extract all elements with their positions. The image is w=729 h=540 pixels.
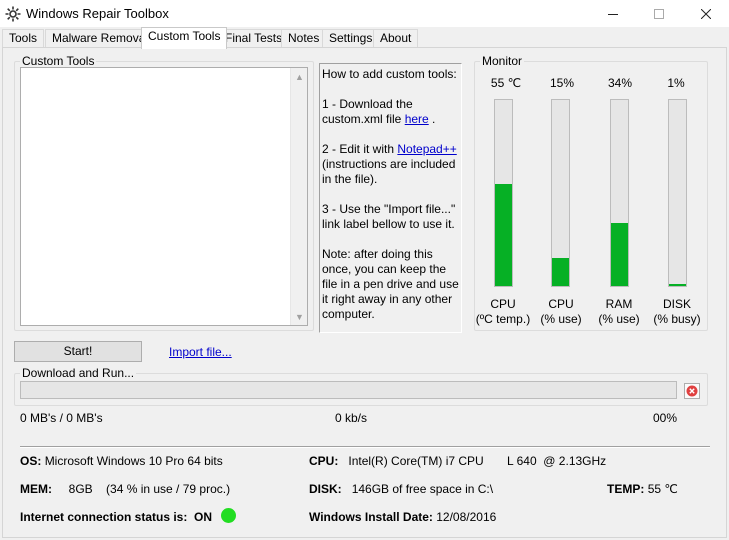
- mem-info: MEM: 8GB (34 % in use / 79 proc.): [20, 482, 231, 496]
- tab-final-tests[interactable]: Final Tests: [218, 29, 290, 48]
- cpu-temp-value: 55 ℃: [490, 76, 522, 90]
- minimize-button[interactable]: [590, 0, 636, 27]
- cancel-icon: [686, 385, 698, 397]
- connection-status-indicator: [221, 508, 236, 523]
- tab-about[interactable]: About: [373, 29, 419, 48]
- disk-info: DISK: 146GB of free space in C:\: [309, 482, 494, 496]
- cpu-use-bar-fill: [552, 258, 569, 286]
- disk-busy-bar-fill: [669, 284, 686, 286]
- cpu-use-bar: [551, 99, 570, 287]
- custom-tools-list[interactable]: ▲ ▼: [20, 67, 308, 326]
- instructions-step3: 3 - Use the "Import file..." link label …: [322, 202, 456, 231]
- download-here-link[interactable]: here: [405, 112, 429, 126]
- separator: [20, 446, 710, 448]
- instructions-step1: 1 - Download the custom.xml file here .: [322, 97, 436, 126]
- scroll-up-icon[interactable]: ▲: [291, 68, 308, 85]
- cpu-info: CPU: Intel(R) Core(TM) i7 CPU L 640 @ 2.…: [309, 454, 607, 468]
- list-scrollbar[interactable]: ▲ ▼: [290, 68, 307, 325]
- temp-info: TEMP: 55 ℃: [607, 482, 678, 496]
- disk-busy-bar: [668, 99, 687, 287]
- instructions-panel: How to add custom tools: 1 - Download th…: [319, 63, 462, 333]
- instructions-heading: How to add custom tools:: [322, 67, 457, 81]
- window-title: Windows Repair Toolbox: [26, 6, 169, 21]
- start-button[interactable]: Start!: [14, 341, 142, 362]
- tab-custom-tools[interactable]: Custom Tools: [141, 27, 228, 49]
- instructions-step2: 2 - Edit it with Notepad++ (instructions…: [322, 142, 457, 186]
- cpu-use-value: 15%: [549, 76, 575, 90]
- cpu-temp-bar: [494, 99, 513, 287]
- gear-icon: [5, 6, 21, 22]
- ram-use-value: 34%: [607, 76, 633, 90]
- monitor-legend: Monitor: [480, 54, 525, 68]
- close-icon: [701, 8, 711, 19]
- cancel-download-button[interactable]: [684, 383, 700, 399]
- download-percent: 00%: [653, 411, 678, 425]
- disk-busy-label: DISK (% busy): [653, 297, 701, 326]
- minimize-icon: [608, 13, 618, 15]
- cpu-temp-bar-fill: [495, 183, 512, 286]
- ram-use-bar: [610, 99, 629, 287]
- download-speed: 0 kb/s: [335, 411, 368, 425]
- import-file-link[interactable]: Import file...: [169, 345, 232, 359]
- tab-notes[interactable]: Notes: [281, 29, 327, 48]
- ram-use-bar-fill: [611, 222, 628, 286]
- close-button[interactable]: [683, 0, 729, 27]
- notepad-link[interactable]: Notepad++: [397, 142, 456, 156]
- download-run-legend: Download and Run...: [20, 366, 137, 380]
- instructions-note: Note: after doing this once, you can kee…: [322, 247, 459, 321]
- maximize-icon: [654, 8, 664, 19]
- title-bar: Windows Repair Toolbox: [0, 0, 729, 27]
- internet-status: Internet connection status is: ON: [20, 510, 213, 524]
- install-date-info: Windows Install Date: 12/08/2016: [309, 510, 497, 524]
- tab-strip: Tools Malware Removal Custom Tools Final…: [0, 27, 729, 49]
- maximize-button[interactable]: [636, 0, 682, 27]
- download-transferred: 0 MB's / 0 MB's: [20, 411, 103, 425]
- tab-malware-removal[interactable]: Malware Removal: [45, 29, 156, 48]
- scroll-down-icon[interactable]: ▼: [291, 308, 308, 325]
- disk-busy-value: 1%: [667, 76, 685, 90]
- custom-tools-legend: Custom Tools: [20, 54, 97, 68]
- tab-tools[interactable]: Tools: [2, 29, 45, 48]
- tab-settings[interactable]: Settings: [322, 29, 380, 48]
- os-info: OS: Microsoft Windows 10 Pro 64 bits: [20, 454, 223, 468]
- download-progress-bar: [20, 381, 677, 399]
